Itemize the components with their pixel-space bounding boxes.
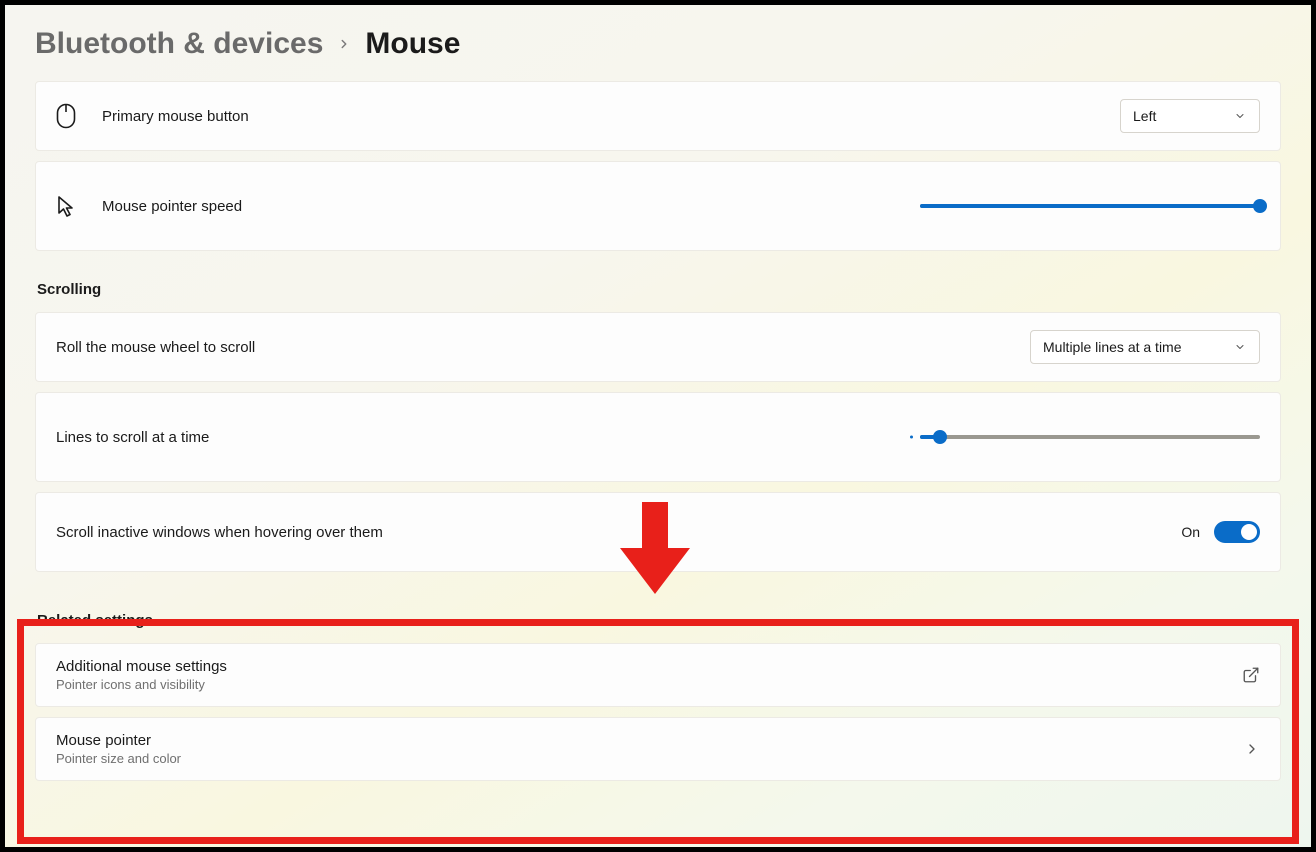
roll-mouse-wheel-select[interactable]: Multiple lines at a time — [1030, 330, 1260, 364]
setting-mouse-pointer-speed: Mouse pointer speed — [35, 161, 1281, 251]
related-additional-subtitle: Pointer icons and visibility — [56, 677, 1242, 692]
roll-mouse-wheel-label: Roll the mouse wheel to scroll — [56, 339, 255, 356]
primary-mouse-button-label: Primary mouse button — [102, 108, 249, 125]
lines-to-scroll-slider[interactable] — [920, 435, 1260, 439]
related-additional-title: Additional mouse settings — [56, 658, 1242, 675]
setting-roll-mouse-wheel: Roll the mouse wheel to scroll Multiple … — [35, 312, 1281, 382]
mouse-pointer-speed-slider[interactable] — [920, 204, 1260, 208]
primary-mouse-button-value: Left — [1133, 108, 1156, 124]
lines-to-scroll-label: Lines to scroll at a time — [56, 429, 209, 446]
related-settings-heading: Related settings — [37, 612, 1281, 629]
external-link-icon — [1242, 666, 1260, 684]
setting-primary-mouse-button: Primary mouse button Left — [35, 81, 1281, 151]
breadcrumb-parent[interactable]: Bluetooth & devices — [35, 27, 323, 61]
related-pointer-title: Mouse pointer — [56, 732, 1244, 749]
roll-mouse-wheel-value: Multiple lines at a time — [1043, 339, 1182, 355]
scroll-inactive-toggle[interactable] — [1214, 521, 1260, 543]
related-mouse-pointer[interactable]: Mouse pointer Pointer size and color — [35, 717, 1281, 781]
chevron-down-icon — [1233, 340, 1247, 354]
primary-mouse-button-select[interactable]: Left — [1120, 99, 1260, 133]
cursor-icon — [56, 195, 102, 217]
related-pointer-subtitle: Pointer size and color — [56, 751, 1244, 766]
mouse-pointer-speed-label: Mouse pointer speed — [102, 198, 242, 215]
setting-lines-to-scroll: Lines to scroll at a time — [35, 392, 1281, 482]
chevron-right-icon — [1244, 741, 1260, 757]
chevron-right-icon — [337, 37, 351, 51]
setting-scroll-inactive-windows: Scroll inactive windows when hovering ov… — [35, 492, 1281, 572]
chevron-down-icon — [1233, 109, 1247, 123]
related-additional-mouse-settings[interactable]: Additional mouse settings Pointer icons … — [35, 643, 1281, 707]
scroll-inactive-label: Scroll inactive windows when hovering ov… — [56, 524, 383, 541]
scrolling-heading: Scrolling — [37, 281, 1281, 298]
scroll-inactive-state-text: On — [1181, 524, 1200, 540]
breadcrumb: Bluetooth & devices Mouse — [35, 27, 1281, 61]
mouse-icon — [56, 103, 102, 129]
breadcrumb-current: Mouse — [365, 27, 460, 61]
